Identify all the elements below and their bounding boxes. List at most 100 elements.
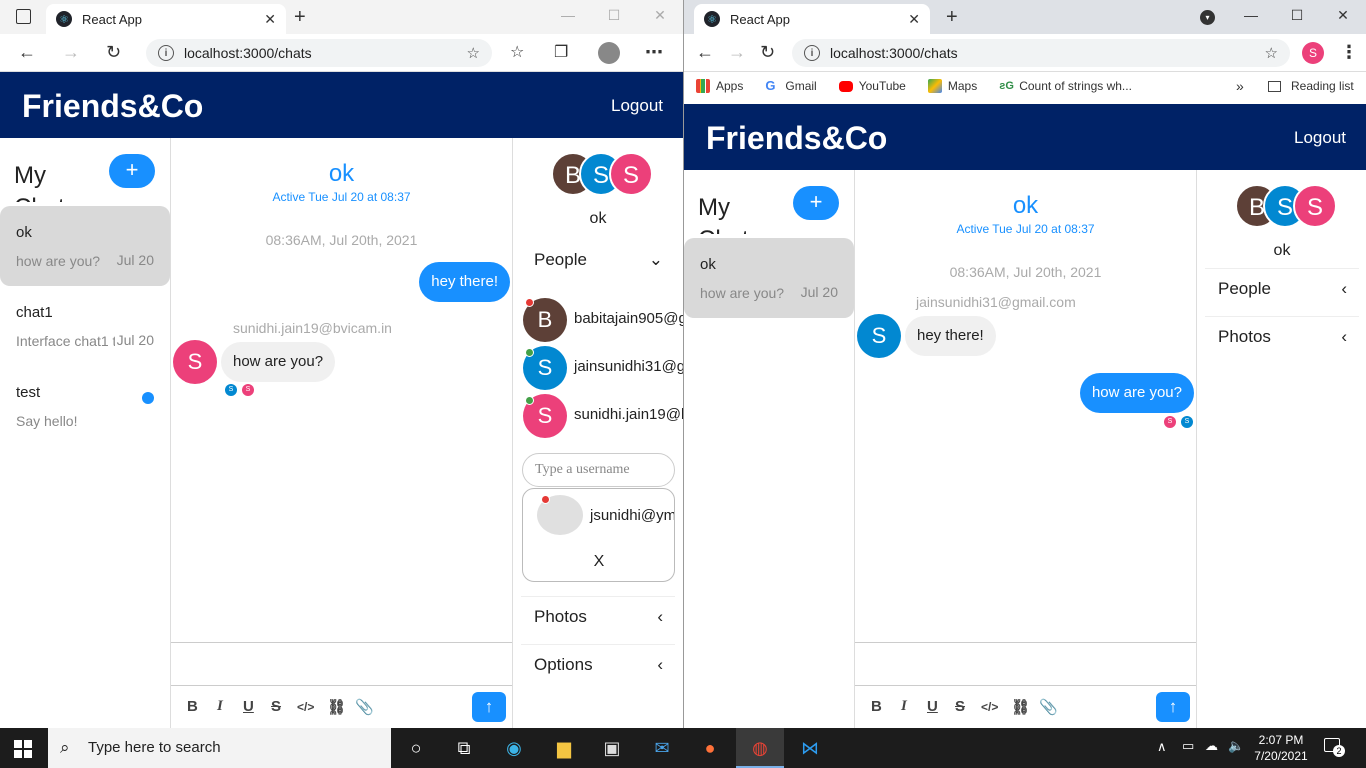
close-window-icon[interactable]: ✕ xyxy=(637,0,683,30)
bookmark-gmail[interactable]: G Gmail xyxy=(765,79,816,94)
edge-icon[interactable]: ◉ xyxy=(501,736,527,760)
more-bookmarks-icon[interactable]: » xyxy=(1236,78,1244,94)
favorites-icon[interactable]: ☆ xyxy=(510,42,524,62)
bold-icon[interactable]: B xyxy=(871,698,882,715)
tab-actions-icon[interactable] xyxy=(16,9,31,24)
battery-icon[interactable]: ▭ xyxy=(1182,738,1194,754)
task-view-icon[interactable]: ⧉ xyxy=(451,736,477,760)
people-section-header[interactable]: People ⌄ xyxy=(521,240,675,286)
back-icon[interactable]: ← xyxy=(18,42,36,63)
tab-react-app[interactable]: ⚛ React App ✕ xyxy=(694,4,930,34)
username-search-input[interactable]: Type a username xyxy=(522,453,675,487)
new-tab-icon[interactable]: + xyxy=(294,6,306,29)
tray-chevron-up-icon[interactable]: ∧ xyxy=(1157,739,1167,755)
bookmark-youtube[interactable]: YouTube xyxy=(838,79,906,93)
underline-icon[interactable]: U xyxy=(927,698,938,715)
bookmark-apps[interactable]: Apps xyxy=(696,79,743,93)
site-info-icon[interactable]: i xyxy=(804,45,820,61)
link-icon[interactable]: ⛓ xyxy=(1011,698,1030,716)
chat-card-test[interactable]: test Say hello! xyxy=(0,366,170,446)
profile-avatar[interactable]: S xyxy=(1302,42,1324,64)
reading-list-button[interactable]: Reading list xyxy=(1268,79,1354,93)
new-chat-button[interactable]: + xyxy=(109,154,155,188)
mail-icon[interactable]: ✉ xyxy=(649,736,675,760)
url-field[interactable]: i localhost:3000/chats ☆ xyxy=(146,39,492,67)
user-suggestion-card[interactable]: jsunidhi@ym X xyxy=(522,488,675,582)
my-chats-title: My Chats xyxy=(14,162,77,202)
link-icon[interactable]: ⛓ xyxy=(327,698,346,716)
send-button[interactable]: ↑ xyxy=(1156,692,1190,722)
photos-section-header[interactable]: Photos ‹ xyxy=(521,596,675,642)
bold-icon[interactable]: B xyxy=(187,698,198,715)
site-info-icon[interactable]: i xyxy=(158,45,174,61)
cortana-icon[interactable]: ○ xyxy=(403,736,429,760)
notification-center-icon[interactable]: 2 xyxy=(1324,738,1345,757)
message-input[interactable] xyxy=(855,642,1196,686)
bookmark-star-icon[interactable]: ☆ xyxy=(1265,44,1278,62)
strikethrough-icon[interactable]: S xyxy=(271,698,281,715)
logout-button[interactable]: Logout xyxy=(611,96,663,116)
options-section-header[interactable]: Options ‹ xyxy=(521,644,675,690)
attachment-icon[interactable]: 📎 xyxy=(355,698,374,716)
clock[interactable]: 2:07 PM 7/20/2021 xyxy=(1250,732,1312,764)
collections-icon[interactable]: ❐ xyxy=(554,42,568,62)
strikethrough-icon[interactable]: S xyxy=(955,698,965,715)
new-chat-button[interactable]: + xyxy=(793,186,839,220)
reload-icon[interactable]: ↻ xyxy=(760,42,775,63)
onedrive-cloud-icon[interactable]: ☁ xyxy=(1205,738,1218,754)
maximize-icon[interactable]: ☐ xyxy=(1274,0,1320,30)
forward-icon[interactable]: → xyxy=(728,42,746,63)
minimize-icon[interactable]: — xyxy=(1228,0,1274,30)
chat-card-ok[interactable]: ok how are you? Jul 20 xyxy=(684,238,854,318)
code-icon[interactable]: </> xyxy=(981,700,998,714)
minimize-icon[interactable]: — xyxy=(545,0,591,30)
code-icon[interactable]: </> xyxy=(297,700,314,714)
message-bubble-mine[interactable]: how are you? xyxy=(1079,373,1194,413)
italic-icon[interactable]: I xyxy=(901,698,907,715)
reload-icon[interactable]: ↻ xyxy=(106,42,121,63)
chat-card-chat1[interactable]: chat1 Interface chat1 tu Jul 20 xyxy=(0,286,170,366)
file-explorer-icon[interactable]: ▆ xyxy=(551,736,577,760)
underline-icon[interactable]: U xyxy=(243,698,254,715)
photos-section-header[interactable]: Photos ‹ xyxy=(1205,316,1359,362)
vscode-icon[interactable]: ⋈ xyxy=(797,736,823,760)
offline-status-dot xyxy=(541,495,550,504)
read-receipt: S xyxy=(242,384,254,396)
store-icon[interactable]: ▣ xyxy=(599,736,625,760)
windows-start-icon[interactable] xyxy=(14,740,32,758)
close-window-icon[interactable]: ✕ xyxy=(1320,0,1366,30)
firefox-icon[interactable]: ● xyxy=(697,736,723,760)
tab-react-app[interactable]: ⚛ React App ✕ xyxy=(46,4,286,34)
taskbar-search-input[interactable]: ⌕ Type here to search xyxy=(48,728,391,768)
message-bubble-theirs[interactable]: how are you? xyxy=(221,342,336,382)
profile-avatar[interactable] xyxy=(598,42,620,64)
forward-icon[interactable]: → xyxy=(62,42,80,63)
url-field[interactable]: i localhost:3000/chats ☆ xyxy=(792,39,1290,67)
back-icon[interactable]: ← xyxy=(696,42,714,63)
maximize-icon[interactable]: ☐ xyxy=(591,0,637,30)
bookmark-maps[interactable]: Maps xyxy=(927,79,977,93)
close-tab-icon[interactable]: ✕ xyxy=(264,11,276,28)
close-tab-icon[interactable]: ✕ xyxy=(908,11,920,28)
volume-icon[interactable]: 🔈 xyxy=(1228,738,1244,754)
bookmark-count-strings[interactable]: ƨG Count of strings wh... xyxy=(999,79,1132,93)
brand-logo[interactable]: Friends&Co xyxy=(22,88,203,125)
attachment-icon[interactable]: 📎 xyxy=(1039,698,1058,716)
message-input[interactable] xyxy=(171,642,512,686)
close-suggestion-icon[interactable]: X xyxy=(523,553,674,571)
logout-button[interactable]: Logout xyxy=(1294,128,1346,148)
chrome-taskbar-button[interactable]: ◍ xyxy=(736,728,784,768)
italic-icon[interactable]: I xyxy=(217,698,223,715)
send-button[interactable]: ↑ xyxy=(472,692,506,722)
more-menu-icon[interactable]: ⋯ xyxy=(645,42,663,63)
offline-status-dot xyxy=(525,298,534,307)
people-section-header[interactable]: People ‹ xyxy=(1205,268,1359,314)
message-bubble-mine[interactable]: hey there! xyxy=(419,262,510,302)
favorite-star-icon[interactable]: ☆ xyxy=(467,44,480,62)
chat-card-ok[interactable]: ok how are you? Jul 20 xyxy=(0,206,170,286)
message-bubble-theirs[interactable]: hey there! xyxy=(905,316,996,356)
new-tab-icon[interactable]: + xyxy=(946,6,958,29)
more-menu-icon[interactable]: ⋮ xyxy=(1340,42,1358,63)
tab-search-icon[interactable]: ▾ xyxy=(1200,10,1215,25)
brand-logo[interactable]: Friends&Co xyxy=(706,120,887,157)
